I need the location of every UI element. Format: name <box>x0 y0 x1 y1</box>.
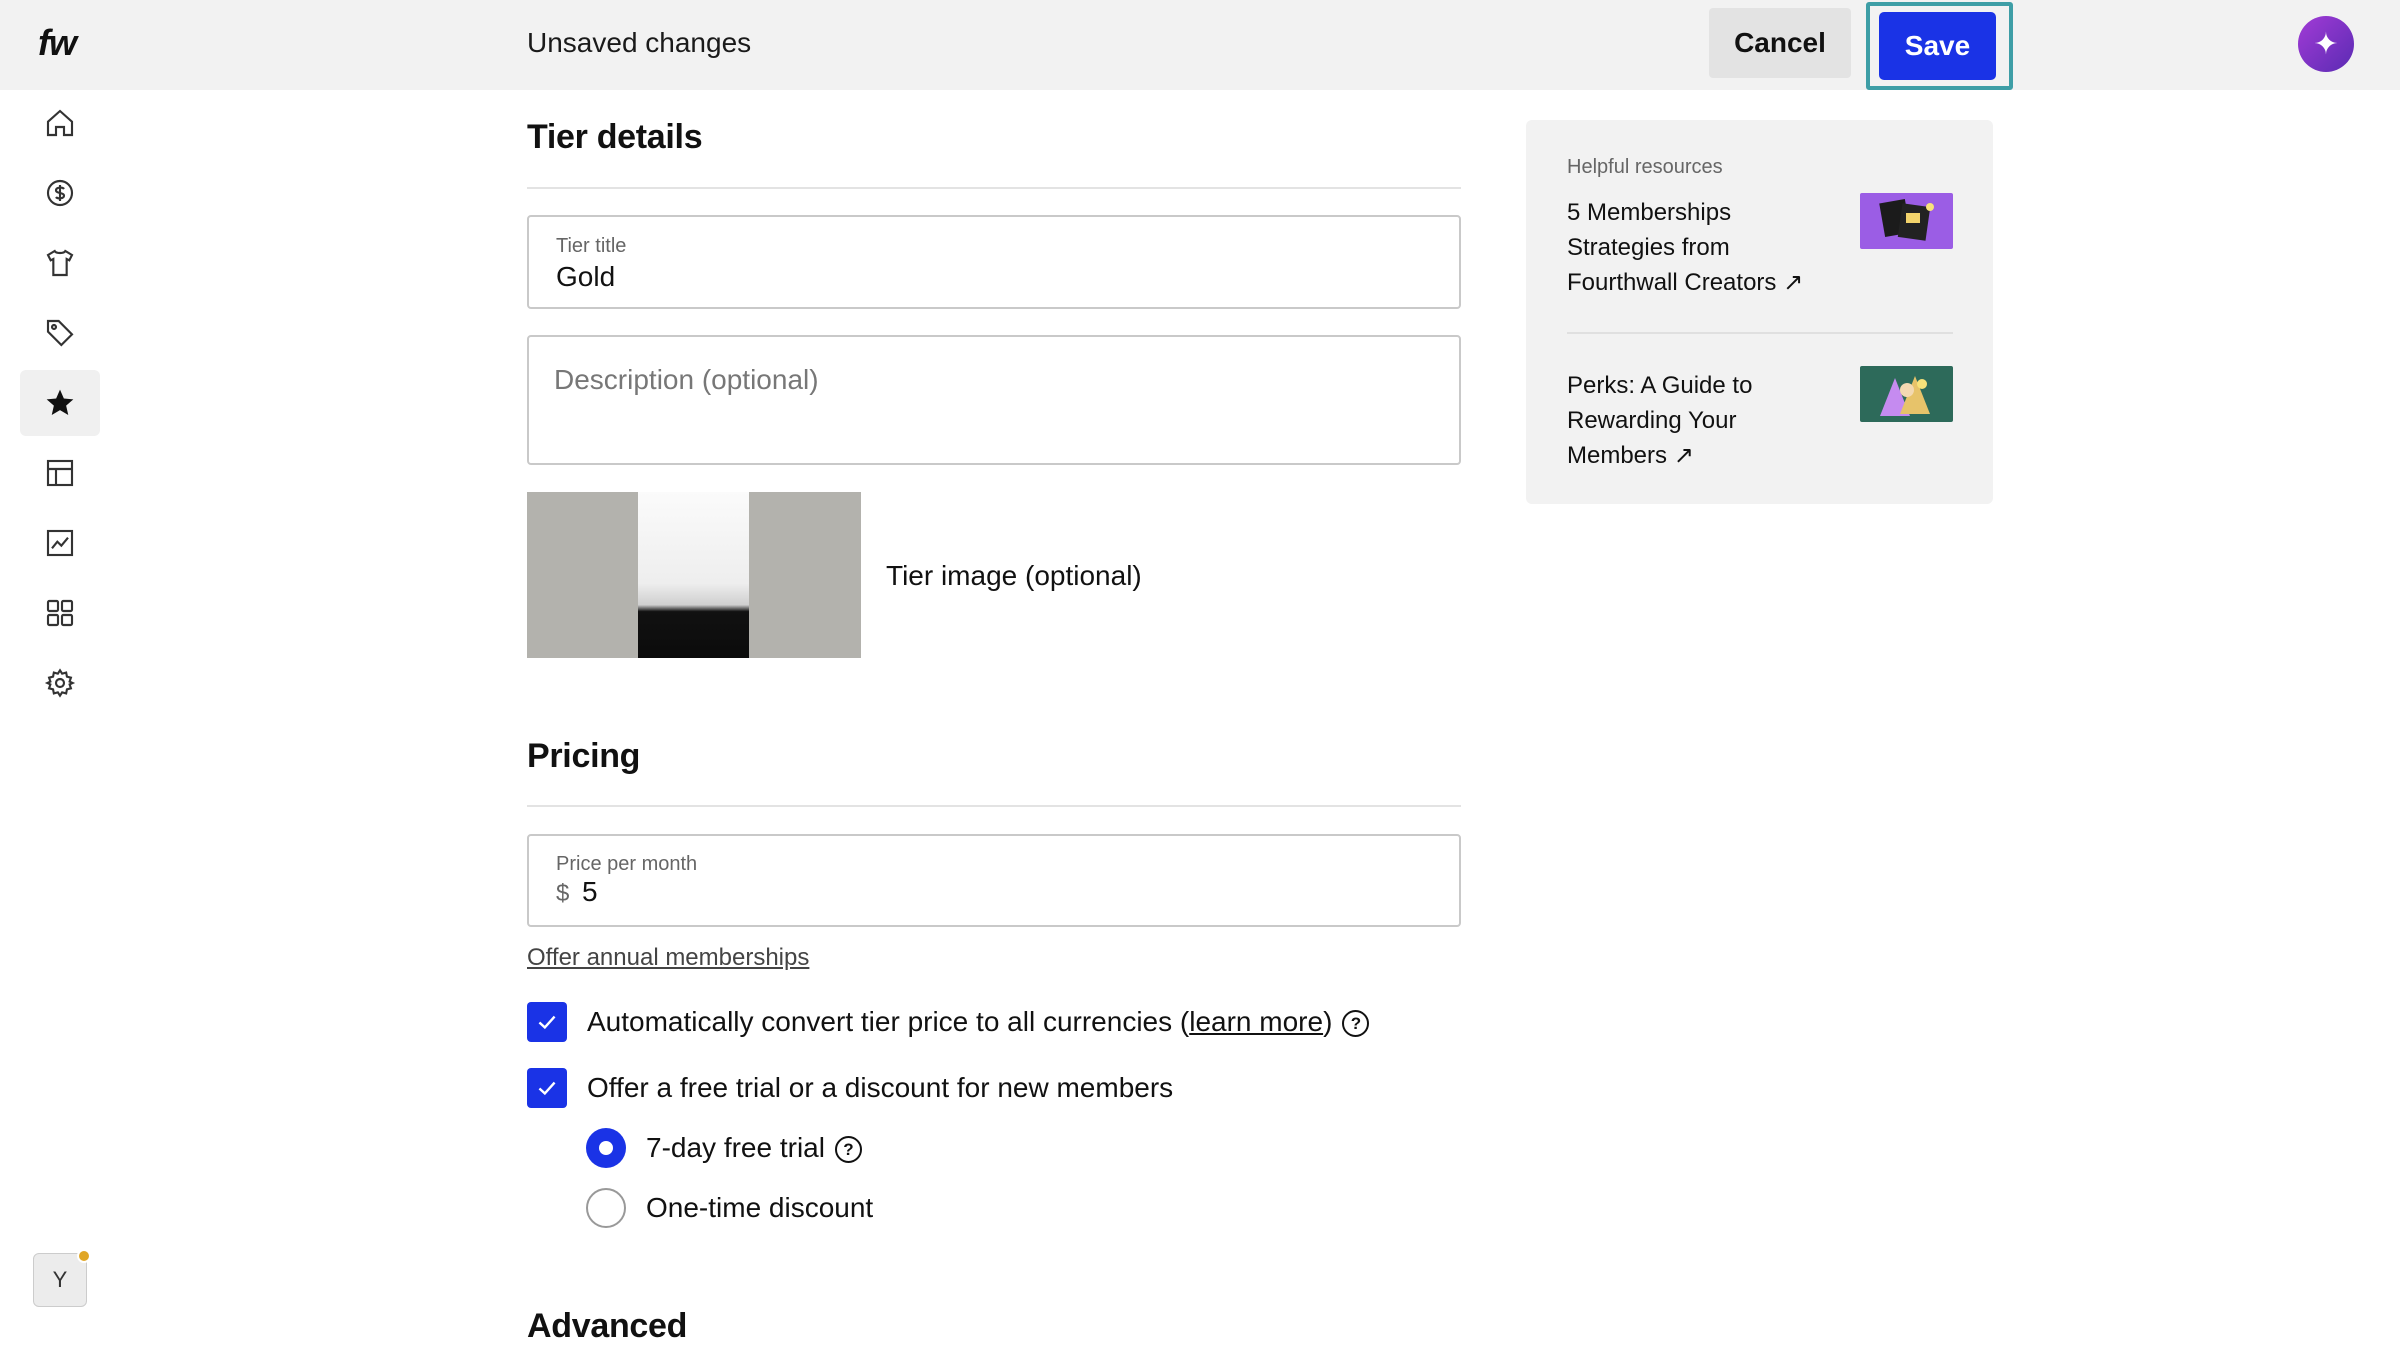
radio-label-one-time-discount: One-time discount <box>646 1192 874 1223</box>
radio-7-day-free-trial[interactable] <box>586 1128 626 1168</box>
offer-annual-memberships-link[interactable]: Offer annual memberships <box>527 944 809 972</box>
gear-icon <box>44 668 76 698</box>
section-title-advanced: Advanced <box>527 1307 688 1345</box>
sidebar <box>0 90 100 1347</box>
free-trial-checkbox[interactable] <box>527 1068 567 1108</box>
price-value: 5 <box>582 876 598 907</box>
star-icon <box>46 389 74 415</box>
divider <box>527 187 1461 189</box>
chart-icon <box>46 529 74 557</box>
save-button-highlight: Save <box>1866 2 2013 90</box>
tier-title-value: Gold <box>556 261 616 292</box>
learn-more-link[interactable]: learn more <box>1189 1006 1323 1037</box>
apps-icon <box>46 599 74 627</box>
tag-icon <box>46 319 74 347</box>
tier-title-field[interactable]: Tier title Gold <box>527 215 1461 309</box>
resource-thumbnail-perks-guide[interactable] <box>1860 366 1953 422</box>
resource-link-perks-guide[interactable]: Perks: A Guide to Rewarding Your Members… <box>1567 368 1837 473</box>
table-icon <box>46 459 74 487</box>
sidebar-item-home[interactable] <box>20 90 100 156</box>
tier-image-label[interactable]: Tier image (optional) <box>886 560 1142 592</box>
resource-link-memberships-strategies[interactable]: 5 Memberships Strategies from Fourthwall… <box>1567 195 1837 300</box>
assistant-sparkle-icon[interactable]: ✦ <box>2298 16 2354 72</box>
tier-image-thumbnail[interactable] <box>527 492 861 658</box>
auto-convert-text-close: ) <box>1323 1006 1333 1037</box>
help-icon[interactable]: ? <box>834 1136 862 1164</box>
free-trial-label: Offer a free trial or a discount for new… <box>587 1072 1174 1103</box>
resources-heading: Helpful resources <box>1567 156 1723 178</box>
home-icon <box>46 109 74 137</box>
sidebar-item-analytics[interactable] <box>20 510 100 576</box>
sidebar-item-memberships[interactable] <box>20 370 100 436</box>
description-field[interactable]: Description (optional) <box>527 335 1461 465</box>
sidebar-item-settings[interactable] <box>20 650 100 716</box>
price-per-month-field[interactable]: Price per month $ 5 <box>527 834 1461 927</box>
unsaved-changes-text: Unsaved changes <box>527 27 752 58</box>
section-title-tier-details: Tier details <box>527 118 703 156</box>
sidebar-item-payouts[interactable] <box>20 160 100 226</box>
resources-divider <box>1567 332 1953 334</box>
auto-convert-text: Automatically convert tier price to all … <box>587 1006 1190 1037</box>
top-bar: fw Unsaved changes Cancel Save ✦ <box>0 0 2400 90</box>
sidebar-item-site-design[interactable] <box>20 440 100 506</box>
sidebar-item-promotions[interactable] <box>20 300 100 366</box>
cancel-button[interactable]: Cancel <box>1709 8 1851 78</box>
radio-label-7-day-free-trial: 7-day free trial? <box>646 1132 862 1164</box>
free-trial-option-text: 7-day free trial <box>646 1132 825 1163</box>
notification-dot <box>77 1249 91 1263</box>
price-label: Price per month <box>556 853 698 875</box>
tier-title-label: Tier title <box>556 235 627 257</box>
helpful-resources-panel: Helpful resources 5 Memberships Strategi… <box>1526 120 1993 504</box>
auto-convert-label: Automatically convert tier price to all … <box>587 1006 1370 1038</box>
tier-image-photo <box>638 492 749 658</box>
currency-symbol: $ <box>556 880 570 907</box>
save-button[interactable]: Save <box>1879 12 1996 80</box>
divider <box>527 805 1461 807</box>
sidebar-item-products[interactable] <box>20 230 100 296</box>
auto-convert-checkbox[interactable] <box>527 1002 567 1042</box>
checkmark-icon <box>538 1015 556 1030</box>
dollar-icon <box>46 179 74 207</box>
checkmark-icon <box>538 1081 556 1096</box>
section-title-pricing: Pricing <box>527 737 641 775</box>
tshirt-icon <box>46 249 74 277</box>
resource-thumbnail-memberships-strategies[interactable] <box>1860 193 1953 249</box>
help-icon[interactable]: ? <box>1342 1010 1370 1038</box>
logo[interactable]: fw <box>38 22 77 64</box>
description-placeholder: Description (optional) <box>554 364 819 395</box>
radio-one-time-discount[interactable] <box>586 1188 626 1228</box>
sidebar-item-apps[interactable] <box>20 580 100 646</box>
